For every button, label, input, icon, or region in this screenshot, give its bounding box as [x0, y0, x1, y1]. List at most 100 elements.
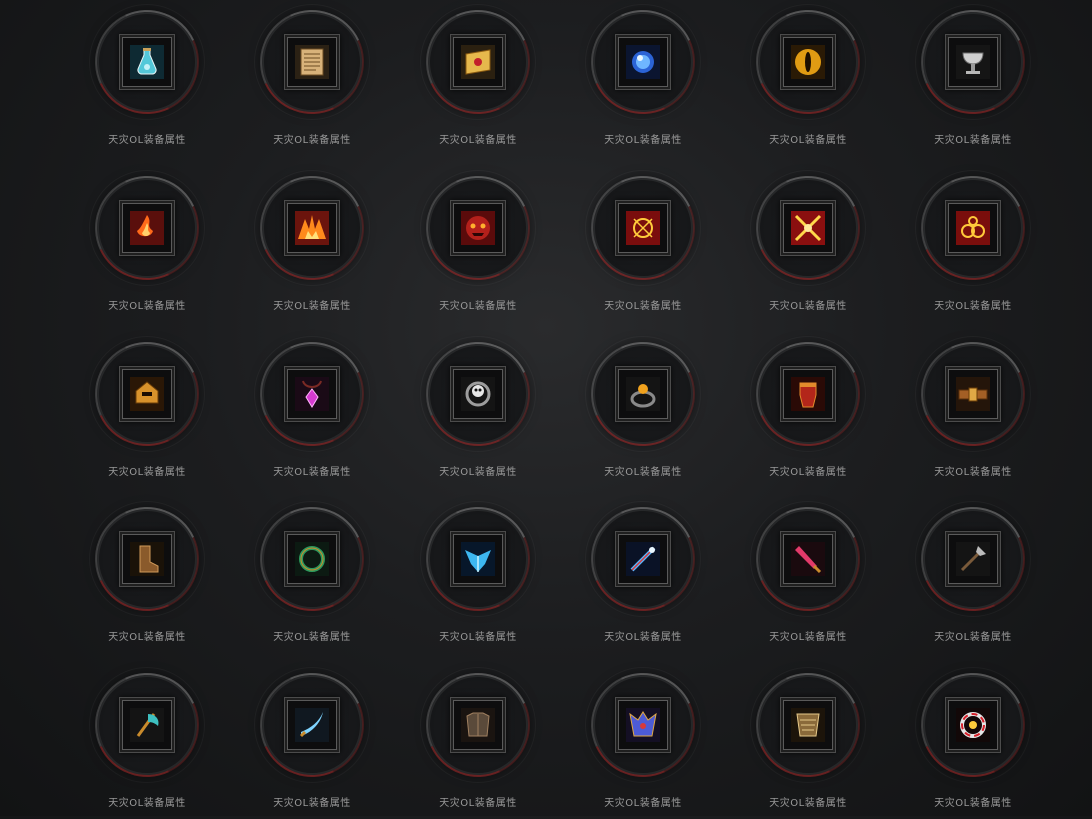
equipment-slot[interactable]: 天灾OL装备属性 — [77, 170, 217, 322]
icon-frame — [119, 366, 175, 422]
equipment-slot[interactable]: 天灾OL装备属性 — [573, 501, 713, 653]
icon-frame — [945, 200, 1001, 256]
equipment-slot[interactable]: 天灾OL装备属性 — [408, 4, 548, 156]
icon-frame — [450, 697, 506, 753]
slot-ring — [420, 170, 536, 286]
jade-ring-icon — [295, 542, 329, 576]
slot-ring — [89, 4, 205, 120]
equipment-slot[interactable]: 天灾OL装备属性 — [573, 667, 713, 819]
battle-axe-icon — [130, 708, 164, 742]
slot-ring — [585, 336, 701, 452]
dark-armor-icon — [461, 708, 495, 742]
icon-frame — [780, 697, 836, 753]
icon-frame — [780, 531, 836, 587]
equipment-slot[interactable]: 天灾OL装备属性 — [903, 170, 1043, 322]
bone-armor-icon — [791, 708, 825, 742]
equipment-slot[interactable]: 天灾OL装备属性 — [573, 4, 713, 156]
equipment-slot[interactable]: 天灾OL装备属性 — [573, 170, 713, 322]
equipment-slot[interactable]: 天灾OL装备属性 — [738, 4, 878, 156]
item-label: 天灾OL装备属性 — [273, 135, 351, 146]
equipment-slot[interactable]: 天灾OL装备属性 — [408, 667, 548, 819]
icon-frame — [119, 531, 175, 587]
item-label: 天灾OL装备属性 — [108, 301, 186, 312]
equipment-slot[interactable]: 天灾OL装备属性 — [77, 667, 217, 819]
slot-ring — [750, 336, 866, 452]
leather-boots-icon — [130, 542, 164, 576]
equipment-slot[interactable]: 天灾OL装备属性 — [408, 336, 548, 488]
equipment-slot[interactable]: 天灾OL装备属性 — [738, 336, 878, 488]
equipment-slot[interactable]: 天灾OL装备属性 — [408, 501, 548, 653]
slot-ring — [89, 667, 205, 783]
slot-ring — [750, 170, 866, 286]
item-label: 天灾OL装备属性 — [604, 135, 682, 146]
icon-frame — [945, 366, 1001, 422]
icon-frame — [450, 531, 506, 587]
equipment-slot[interactable]: 天灾OL装备属性 — [242, 4, 382, 156]
equipment-slot[interactable]: 天灾OL装备属性 — [903, 336, 1043, 488]
equipment-slot[interactable]: 天灾OL装备属性 — [903, 4, 1043, 156]
icon-frame — [615, 34, 671, 90]
equipment-slot[interactable]: 天灾OL装备属性 — [242, 667, 382, 819]
slot-ring — [89, 501, 205, 617]
equipment-slot[interactable]: 天灾OL装备属性 — [738, 667, 878, 819]
item-label: 天灾OL装备属性 — [273, 798, 351, 809]
flame-burst-icon — [295, 211, 329, 245]
amber-ring-icon — [626, 377, 660, 411]
demon-face-icon — [461, 211, 495, 245]
item-label: 天灾OL装备属性 — [769, 798, 847, 809]
equipment-slot[interactable]: 天灾OL装备属性 — [738, 170, 878, 322]
icon-frame — [119, 200, 175, 256]
slot-ring — [420, 501, 536, 617]
slot-ring — [420, 336, 536, 452]
icon-frame — [284, 531, 340, 587]
item-label: 天灾OL装备属性 — [604, 467, 682, 478]
red-gauntlet-icon — [791, 377, 825, 411]
slot-ring — [585, 667, 701, 783]
item-label: 天灾OL装备属性 — [439, 632, 517, 643]
equipment-grid: 天灾OL装备属性 天灾OL装备属性 天灾OL装备属性 天灾OL装备属性 天灾OL… — [0, 0, 1092, 816]
icon-frame — [450, 366, 506, 422]
slot-ring — [89, 336, 205, 452]
equipment-slot[interactable]: 天灾OL装备属性 — [77, 4, 217, 156]
item-label: 天灾OL装备属性 — [108, 798, 186, 809]
icon-frame — [284, 697, 340, 753]
blue-orb-icon — [626, 45, 660, 79]
item-label: 天灾OL装备属性 — [273, 301, 351, 312]
equipment-slot[interactable]: 天灾OL装备属性 — [573, 336, 713, 488]
equipment-slot[interactable]: 天灾OL装备属性 — [242, 501, 382, 653]
item-label: 天灾OL装备属性 — [934, 467, 1012, 478]
red-sigil-icon — [626, 211, 660, 245]
icon-frame — [284, 200, 340, 256]
potion-bottle-icon — [130, 45, 164, 79]
icon-frame — [284, 34, 340, 90]
icon-frame — [615, 531, 671, 587]
item-label: 天灾OL装备属性 — [769, 135, 847, 146]
ornate-chest-icon — [626, 708, 660, 742]
equipment-slot[interactable]: 天灾OL装备属性 — [903, 667, 1043, 819]
bronze-belt-icon — [956, 377, 990, 411]
icon-frame — [284, 366, 340, 422]
item-label: 天灾OL装备属性 — [604, 798, 682, 809]
slot-ring — [915, 170, 1031, 286]
slot-ring — [254, 170, 370, 286]
equipment-slot[interactable]: 天灾OL装备属性 — [903, 501, 1043, 653]
equipment-slot[interactable]: 天灾OL装备属性 — [77, 336, 217, 488]
item-label: 天灾OL装备属性 — [273, 632, 351, 643]
curved-blade-icon — [295, 708, 329, 742]
equipment-slot[interactable]: 天灾OL装备属性 — [738, 501, 878, 653]
purple-amulet-icon — [295, 377, 329, 411]
equipment-slot[interactable]: 天灾OL装备属性 — [242, 170, 382, 322]
equipment-slot[interactable]: 天灾OL装备属性 — [408, 170, 548, 322]
slot-ring — [420, 4, 536, 120]
slot-ring — [254, 501, 370, 617]
equipment-slot[interactable]: 天灾OL装备属性 — [242, 336, 382, 488]
item-label: 天灾OL装备属性 — [934, 135, 1012, 146]
item-label: 天灾OL装备属性 — [439, 135, 517, 146]
slot-ring — [89, 170, 205, 286]
slot-ring — [585, 501, 701, 617]
item-label: 天灾OL装备属性 — [934, 632, 1012, 643]
skull-ring-icon — [461, 377, 495, 411]
icon-frame — [615, 366, 671, 422]
equipment-slot[interactable]: 天灾OL装备属性 — [77, 501, 217, 653]
icon-frame — [945, 531, 1001, 587]
